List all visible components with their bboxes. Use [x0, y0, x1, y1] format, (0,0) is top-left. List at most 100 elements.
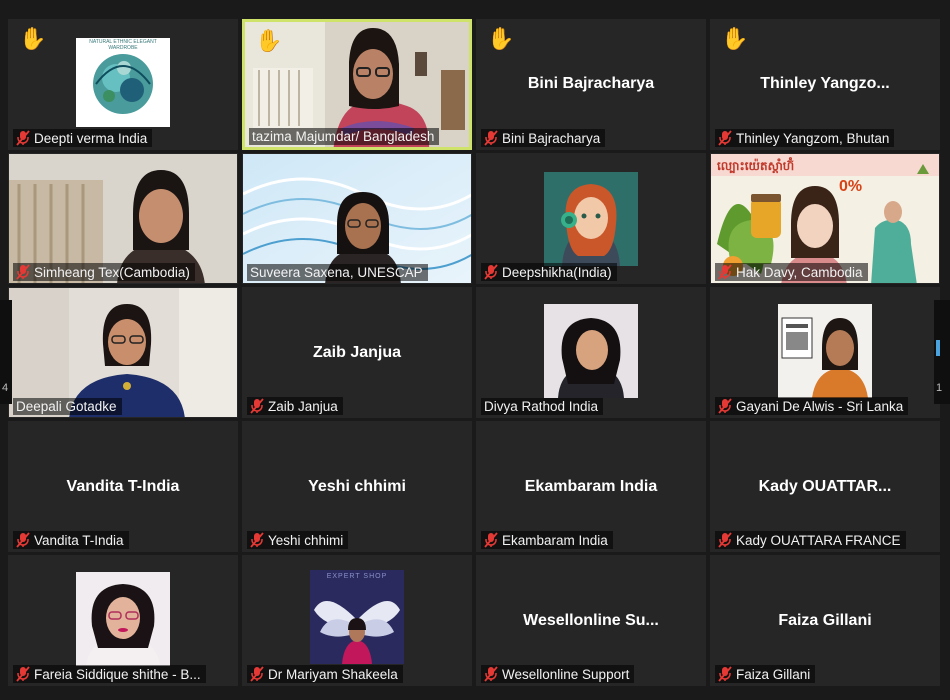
participant-tile-deepali[interactable]: Deepali Gotadke	[8, 287, 238, 418]
muted-mic-icon	[16, 264, 30, 280]
participant-tile-fareia[interactable]: Fareia Siddique shithe - B...	[8, 555, 238, 686]
participant-display-name: Zaib Janjua	[312, 343, 402, 361]
participant-display-name: Faiza Gillani	[778, 611, 872, 629]
participant-name: Yeshi chhimi	[268, 532, 344, 548]
participant-name-label: Deepti verma India	[13, 129, 153, 147]
participant-name-label: Zaib Janjua	[247, 397, 343, 415]
participant-name-label: Dr Mariyam Shakeela	[247, 665, 403, 683]
banner-text: ល្បោះយ៉េតស្តាំហ៊ំ	[717, 159, 795, 173]
participant-display-name: Thinley Yangzo...	[760, 75, 890, 92]
profile-picture	[778, 304, 872, 398]
muted-mic-icon	[16, 666, 30, 682]
participant-name: Deepshikha(India)	[502, 264, 612, 280]
participant-display-name: Yeshi chhimi	[308, 477, 406, 495]
participant-name: Gayani De Alwis - Sri Lanka	[736, 398, 904, 414]
participant-name-label: Wesellonline Support	[481, 665, 635, 683]
participant-tile-ekambaram[interactable]: Ekambaram India Ekambaram India	[476, 421, 706, 552]
participant-name-label: Thinley Yangzom, Bhutan	[715, 129, 895, 147]
participant-tile-wesellonline[interactable]: Wesellonline Su... Wesellonline Support	[476, 555, 706, 686]
muted-mic-icon	[250, 666, 264, 682]
raised-hand-icon: ✋	[255, 28, 283, 53]
page-number-right: 1	[936, 382, 943, 394]
muted-mic-icon	[16, 532, 30, 548]
muted-mic-icon	[250, 398, 264, 414]
participant-display-name: Vandita T-India	[66, 477, 180, 495]
muted-mic-icon	[718, 130, 732, 146]
muted-mic-icon	[718, 398, 732, 414]
participant-name-label: Deepshikha(India)	[481, 263, 617, 281]
participant-tile-faiza[interactable]: Faiza Gillani Faiza Gillani	[710, 555, 940, 686]
participant-name-label: Suveera Saxena, UNESCAP	[247, 264, 428, 281]
participant-tile-deepti[interactable]: ✋ NATURAL ETHNIC ELEGANT WARDROBE Deepti…	[8, 19, 238, 150]
profile-picture	[544, 304, 638, 398]
participant-name: Hak Davy, Cambodia	[736, 264, 863, 280]
participant-name: Divya Rathod India	[484, 399, 599, 414]
next-page-button[interactable]: 1	[934, 300, 950, 404]
brand-logo-text: NATURAL ETHNIC ELEGANT WARDROBE	[89, 39, 157, 51]
participant-name-label: Divya Rathod India	[481, 398, 604, 415]
participant-name-label: Yeshi chhimi	[247, 531, 349, 549]
previous-page-button[interactable]: 4	[0, 300, 12, 404]
participant-display-name: Kady OUATTAR...	[758, 477, 892, 495]
participant-name-label: Bini Bajracharya	[481, 129, 606, 147]
participant-tile-zaib[interactable]: Zaib Janjua Zaib Janjua	[242, 287, 472, 418]
participant-name-label: Kady OUATTARA FRANCE	[715, 531, 906, 549]
participant-name: Ekambaram India	[502, 532, 608, 548]
muted-mic-icon	[718, 666, 732, 682]
participant-name: Suveera Saxena, UNESCAP	[250, 265, 423, 280]
participant-name-label: Ekambaram India	[481, 531, 613, 549]
participant-name: tazima Majumdar/ Bangladesh	[252, 129, 435, 144]
raised-hand-icon: ✋	[19, 26, 47, 51]
participant-name: Thinley Yangzom, Bhutan	[736, 130, 890, 146]
participant-name-label: tazima Majumdar/ Bangladesh	[249, 128, 440, 145]
participant-name: Fareia Siddique shithe - B...	[34, 666, 201, 682]
participant-name: Faiza Gillani	[736, 666, 811, 682]
participant-name: Wesellonline Support	[502, 666, 630, 682]
participant-name: Zaib Janjua	[268, 398, 338, 414]
raised-hand-icon: ✋	[721, 26, 749, 51]
participant-name: Kady OUATTARA FRANCE	[736, 532, 901, 548]
participant-tile-divya[interactable]: Divya Rathod India	[476, 287, 706, 418]
participant-tile-deepshikha[interactable]: Deepshikha(India)	[476, 153, 706, 284]
participant-name-label: Fareia Siddique shithe - B...	[13, 665, 206, 683]
participant-display-name: Wesellonline Su...	[523, 611, 659, 629]
chevron-right-icon	[936, 340, 940, 356]
participant-name-label: Faiza Gillani	[715, 665, 816, 683]
participant-display-name: Bini Bajracharya	[527, 75, 655, 92]
participant-tile-kady[interactable]: Kady OUATTAR... Kady OUATTARA FRANCE	[710, 421, 940, 552]
page-number-left: 4	[2, 382, 9, 394]
muted-mic-icon	[484, 264, 498, 280]
profile-picture: NATURAL ETHNIC ELEGANT WARDROBE	[76, 38, 170, 127]
participant-name-label: Simheang Tex(Cambodia)	[13, 263, 195, 281]
participant-tile-mariyam[interactable]: EXPERT SHOP Dr Mariyam Shakeela	[242, 555, 472, 686]
banner-percent: 0%	[839, 178, 863, 195]
participant-tile-simheang[interactable]: Simheang Tex(Cambodia)	[8, 153, 238, 284]
participant-tile-tazima[interactable]: ✋ tazima Majumdar/ Bangladesh	[242, 19, 472, 150]
participant-name: Vandita T-India	[34, 532, 124, 548]
muted-mic-icon	[718, 264, 732, 280]
participant-name-label: Vandita T-India	[13, 531, 129, 549]
muted-mic-icon	[718, 532, 732, 548]
participant-tile-yeshi[interactable]: Yeshi chhimi Yeshi chhimi	[242, 421, 472, 552]
muted-mic-icon	[484, 130, 498, 146]
profile-picture: EXPERT SHOP	[310, 570, 404, 664]
participant-name: Bini Bajracharya	[502, 130, 601, 146]
participant-tile-bini[interactable]: ✋ Bini Bajracharya Bini Bajracharya	[476, 19, 706, 150]
participant-name-label: Deepali Gotadke	[13, 398, 122, 415]
participant-tile-vandita[interactable]: Vandita T-India Vandita T-India	[8, 421, 238, 552]
participant-tile-gayani[interactable]: Gayani De Alwis - Sri Lanka	[710, 287, 940, 418]
muted-mic-icon	[16, 130, 30, 146]
participant-name: Deepti verma India	[34, 130, 148, 146]
participant-display-name: Ekambaram India	[524, 477, 658, 495]
muted-mic-icon	[484, 666, 498, 682]
participant-tile-suveera[interactable]: Suveera Saxena, UNESCAP	[242, 153, 472, 284]
participant-name: Simheang Tex(Cambodia)	[34, 264, 190, 280]
muted-mic-icon	[250, 532, 264, 548]
participant-name: Dr Mariyam Shakeela	[268, 666, 398, 682]
participant-tile-hakdavy[interactable]: ល្បោះយ៉េតស្តាំហ៊ំ 0% Hak Davy, Cambodia	[710, 153, 940, 284]
muted-mic-icon	[484, 532, 498, 548]
participant-name: Deepali Gotadke	[16, 399, 117, 414]
participant-tile-thinley[interactable]: ✋ Thinley Yangzo... Thinley Yangzom, Bhu…	[710, 19, 940, 150]
video-grid: ✋ NATURAL ETHNIC ELEGANT WARDROBE Deepti…	[8, 19, 940, 686]
profile-picture	[544, 172, 638, 266]
